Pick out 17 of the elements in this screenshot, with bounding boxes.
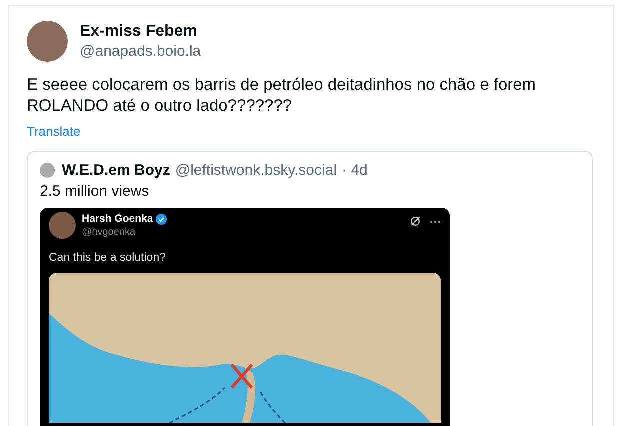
embedded-screenshot[interactable]: Harsh Goenka @hvgoenka Can this be a solution? — [40, 208, 450, 426]
post-time: · 4d — [342, 162, 368, 179]
author-handle[interactable]: @anapads.boio.la — [80, 43, 202, 60]
avatar — [49, 212, 76, 239]
translate-link[interactable]: Translate — [27, 124, 81, 139]
screenshot-author-handle: @hvgoenka — [82, 227, 137, 238]
post-text: E seeee colocarem os barris de petróleo deitadinhos no chão e forem ROLANDO até o outro lado??????? — [27, 75, 538, 117]
avatar[interactable] — [27, 21, 68, 62]
quote-card[interactable]: W.E.D.em Boyz @leftistwonk.bsky.social · 4d 2.5 million views Harsh Goenka @hvgoenka Can this be a solution? — [27, 151, 593, 426]
screenshot-text: Can this be a solution? — [49, 252, 167, 264]
screenshot-author-name: Harsh Goenka — [82, 213, 154, 225]
author-name[interactable]: Ex-miss Febem — [80, 23, 202, 41]
quote-author-name: W.E.D.em Boyz — [62, 162, 170, 179]
quote-author-handle: @leftistwonk.bsky.social — [175, 162, 338, 179]
more-icon — [430, 220, 441, 224]
avatar — [40, 163, 55, 178]
quote-text: 2.5 million views — [40, 183, 150, 200]
